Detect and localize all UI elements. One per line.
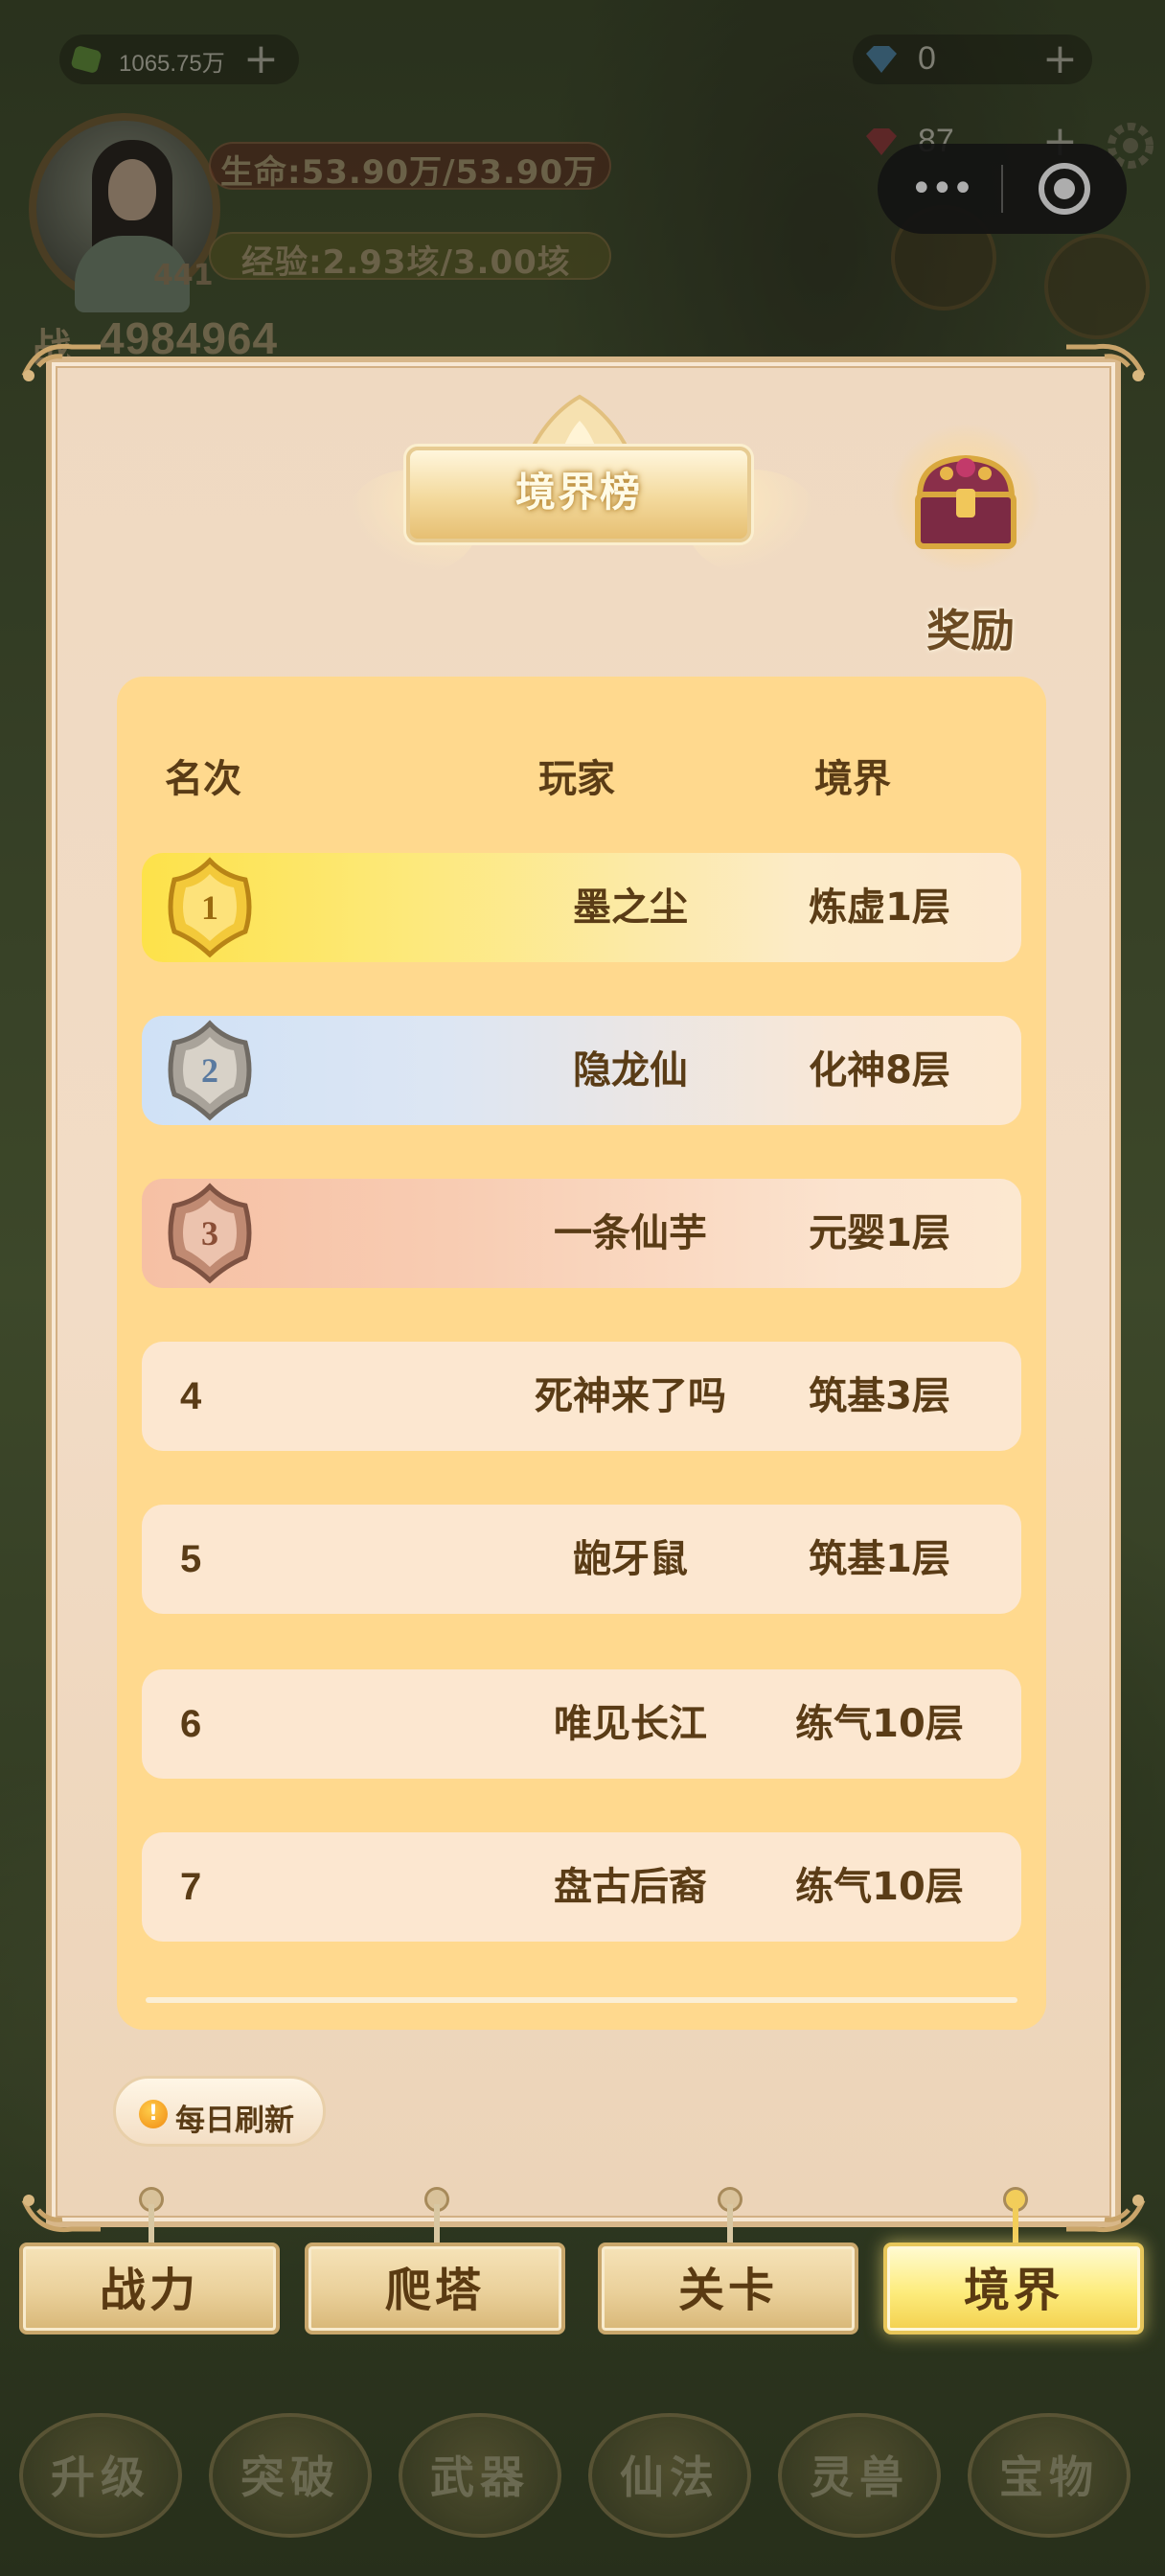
player-realm: 筑基1层 xyxy=(809,1537,950,1581)
ranking-row[interactable]: 5 龅牙鼠 筑基1层 xyxy=(142,1505,1021,1614)
ranking-row[interactable]: 7 盘古后裔 练气10层 xyxy=(142,1832,1021,1942)
player-realm: 元婴1层 xyxy=(809,1211,950,1255)
nav-treasure[interactable]: 宝物 xyxy=(968,2413,1131,2538)
daily-refresh-badge: ! 每日刷新 xyxy=(113,2076,326,2147)
tab-stage[interactable]: 关卡 xyxy=(598,2242,858,2334)
rank-number: 1 xyxy=(201,888,218,927)
player-realm: 筑基3层 xyxy=(809,1374,950,1418)
daily-refresh-label: 每日刷新 xyxy=(175,2104,294,2138)
ranking-row[interactable]: 1 墨之尘 炼虚1层 xyxy=(142,853,1021,962)
player-name: 龅牙鼠 xyxy=(573,1537,688,1581)
player-name: 墨之尘 xyxy=(573,886,688,930)
nav-upgrade[interactable]: 升级 xyxy=(19,2413,182,2538)
ranking-row[interactable]: 4 死神来了吗 筑基3层 xyxy=(142,1342,1021,1451)
player-realm: 练气10层 xyxy=(795,1702,964,1746)
tab-realm[interactable]: 境界 xyxy=(883,2242,1144,2334)
player-realm: 练气10层 xyxy=(795,1865,964,1909)
ranking-row[interactable]: 6 唯见长江 练气10层 xyxy=(142,1669,1021,1779)
player-realm: 化神8层 xyxy=(809,1048,950,1092)
treasure-chest-icon[interactable] xyxy=(889,422,1042,575)
tab-label: 战力 xyxy=(99,2264,199,2317)
tab-tower[interactable]: 爬塔 xyxy=(305,2242,565,2334)
rank-number: 6 xyxy=(180,1703,202,1745)
tab-label: 爬塔 xyxy=(384,2264,485,2317)
rank-number: 4 xyxy=(180,1375,202,1417)
column-header-player: 玩家 xyxy=(538,757,615,801)
player-name: 盘古后裔 xyxy=(554,1865,707,1909)
reward-label[interactable]: 奖励 xyxy=(908,596,1033,659)
nav-label: 宝物 xyxy=(999,2451,1099,2503)
corner-ornament xyxy=(1062,337,1148,385)
nav-spell[interactable]: 仙法 xyxy=(588,2413,751,2538)
nav-label: 灵兽 xyxy=(810,2451,909,2503)
nav-breakthrough[interactable]: 突破 xyxy=(209,2413,372,2538)
corner-ornament xyxy=(1062,2191,1148,2239)
nav-label: 突破 xyxy=(240,2451,340,2503)
rank-number: 2 xyxy=(201,1051,218,1090)
tab-label: 关卡 xyxy=(677,2264,778,2317)
player-name: 死神来了吗 xyxy=(535,1374,726,1418)
player-realm: 炼虚1层 xyxy=(809,886,950,930)
tab-label: 境界 xyxy=(963,2264,1063,2317)
nav-label: 武器 xyxy=(430,2451,530,2503)
rank-number: 3 xyxy=(201,1214,218,1253)
player-name: 隐龙仙 xyxy=(573,1048,688,1092)
tab-combat-power[interactable]: 战力 xyxy=(19,2242,280,2334)
info-icon: ! xyxy=(139,2100,168,2128)
column-header-rank: 名次 xyxy=(165,757,241,801)
rank-number: 7 xyxy=(180,1866,202,1908)
corner-ornament xyxy=(19,2191,105,2239)
nav-label: 升级 xyxy=(51,2451,150,2503)
ranking-row[interactable]: 3 一条仙芋 元婴1层 xyxy=(142,1179,1021,1288)
column-header-realm: 境界 xyxy=(814,757,891,801)
player-name: 唯见长江 xyxy=(554,1702,707,1746)
nav-spirit-beast[interactable]: 灵兽 xyxy=(778,2413,941,2538)
page-title: 境界榜 xyxy=(514,469,642,516)
ranking-row[interactable]: 2 隐龙仙 化神8层 xyxy=(142,1016,1021,1125)
rank-number: 5 xyxy=(180,1538,202,1580)
nav-label: 仙法 xyxy=(620,2451,720,2503)
scroll-edge xyxy=(146,1997,1017,2003)
nav-weapon[interactable]: 武器 xyxy=(399,2413,561,2538)
player-name: 一条仙芋 xyxy=(554,1211,707,1255)
corner-ornament xyxy=(19,337,105,385)
